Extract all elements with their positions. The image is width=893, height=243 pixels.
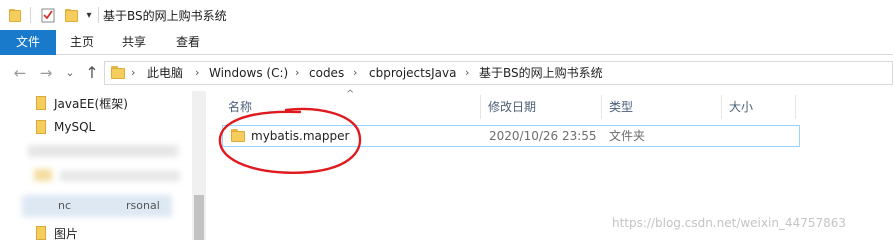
folder-icon	[231, 129, 245, 142]
table-row[interactable]: mybatis.mapper 2020/10/26 23:55 文件夹	[222, 125, 800, 147]
column-header-size[interactable]: 大小	[729, 95, 753, 119]
sidebar-fragment: rsonal	[126, 199, 160, 212]
tab-view[interactable]: 查看	[166, 30, 210, 55]
folder-icon	[34, 96, 48, 110]
column-divider[interactable]	[601, 95, 602, 119]
divider	[98, 7, 99, 23]
file-date: 2020/10/26 23:55	[489, 129, 597, 143]
breadcrumb-current-folder[interactable]: 基于BS的网上购书系统	[479, 62, 603, 84]
sidebar-item-label: MySQL	[54, 120, 96, 134]
navigation-bar: ← → ⌄ ↑ › 此电脑 › Windows (C:) › codes › c…	[0, 55, 893, 91]
folder-icon	[34, 120, 48, 134]
sidebar-scroll-thumb[interactable]	[194, 195, 204, 240]
folder-icon	[111, 66, 125, 79]
address-bar[interactable]: › 此电脑 › Windows (C:) › codes › cbproject…	[104, 61, 893, 85]
column-header-name[interactable]: 名称	[228, 95, 252, 119]
chevron-right-icon[interactable]: ›	[131, 62, 135, 84]
sidebar-item-label: 图片	[54, 226, 79, 241]
tab-home[interactable]: 主页	[62, 30, 102, 55]
ribbon-tabs: 文件 主页 共享 查看	[0, 30, 893, 55]
title-bar: ▾ 基于BS的网上购书系统	[0, 0, 893, 30]
customize-toolbar-dropdown[interactable]: ▾	[82, 5, 96, 25]
chevron-right-icon[interactable]: ›	[465, 62, 469, 84]
recent-locations-dropdown[interactable]: ⌄	[60, 63, 80, 83]
navigation-pane: JavaEE(框架) MySQL nc rsonal 图片	[0, 91, 206, 243]
up-arrow-icon[interactable]: ↑	[82, 63, 102, 83]
obscured-region	[28, 145, 178, 157]
forward-arrow-icon[interactable]: →	[36, 63, 56, 83]
new-folder-icon[interactable]	[62, 5, 80, 25]
window-title: 基于BS的网上购书系统	[103, 9, 227, 23]
tab-share[interactable]: 共享	[114, 30, 154, 55]
chevron-right-icon[interactable]: ›	[295, 62, 299, 84]
breadcrumb-codes[interactable]: codes	[309, 62, 344, 84]
chevron-right-icon[interactable]: ›	[195, 62, 199, 84]
sort-indicator-icon: ^	[346, 89, 355, 100]
column-header-type[interactable]: 类型	[609, 95, 633, 119]
column-divider[interactable]	[480, 95, 481, 119]
sidebar-item-label: JavaEE(框架)	[54, 96, 128, 111]
watermark: https://blog.csdn.net/weixin_44757863	[612, 216, 847, 230]
sidebar-item-mysql[interactable]: MySQL	[34, 117, 95, 137]
chevron-right-icon[interactable]: ›	[353, 62, 357, 84]
sidebar-item-javaee[interactable]: JavaEE(框架)	[34, 93, 128, 113]
sidebar-item-pictures[interactable]: 图片	[34, 223, 78, 243]
sidebar-fragment: nc	[58, 199, 72, 212]
obscured-region	[34, 169, 52, 181]
breadcrumb-this-pc[interactable]: 此电脑	[147, 62, 183, 84]
divider	[30, 7, 31, 23]
breadcrumb-drive-c[interactable]: Windows (C:)	[209, 62, 288, 84]
file-type: 文件夹	[609, 129, 646, 143]
folder-icon	[34, 226, 48, 240]
properties-icon[interactable]	[38, 5, 58, 25]
tab-file[interactable]: 文件	[0, 30, 56, 55]
back-arrow-icon[interactable]: ←	[10, 63, 30, 83]
obscured-region	[60, 171, 180, 181]
file-name: mybatis.mapper	[251, 129, 350, 143]
breadcrumb-cbprojectsjava[interactable]: cbprojectsJava	[369, 62, 456, 84]
column-header-date[interactable]: 修改日期	[488, 95, 536, 119]
column-divider[interactable]	[795, 95, 796, 119]
folder-icon	[6, 5, 24, 25]
column-divider[interactable]	[721, 95, 722, 119]
